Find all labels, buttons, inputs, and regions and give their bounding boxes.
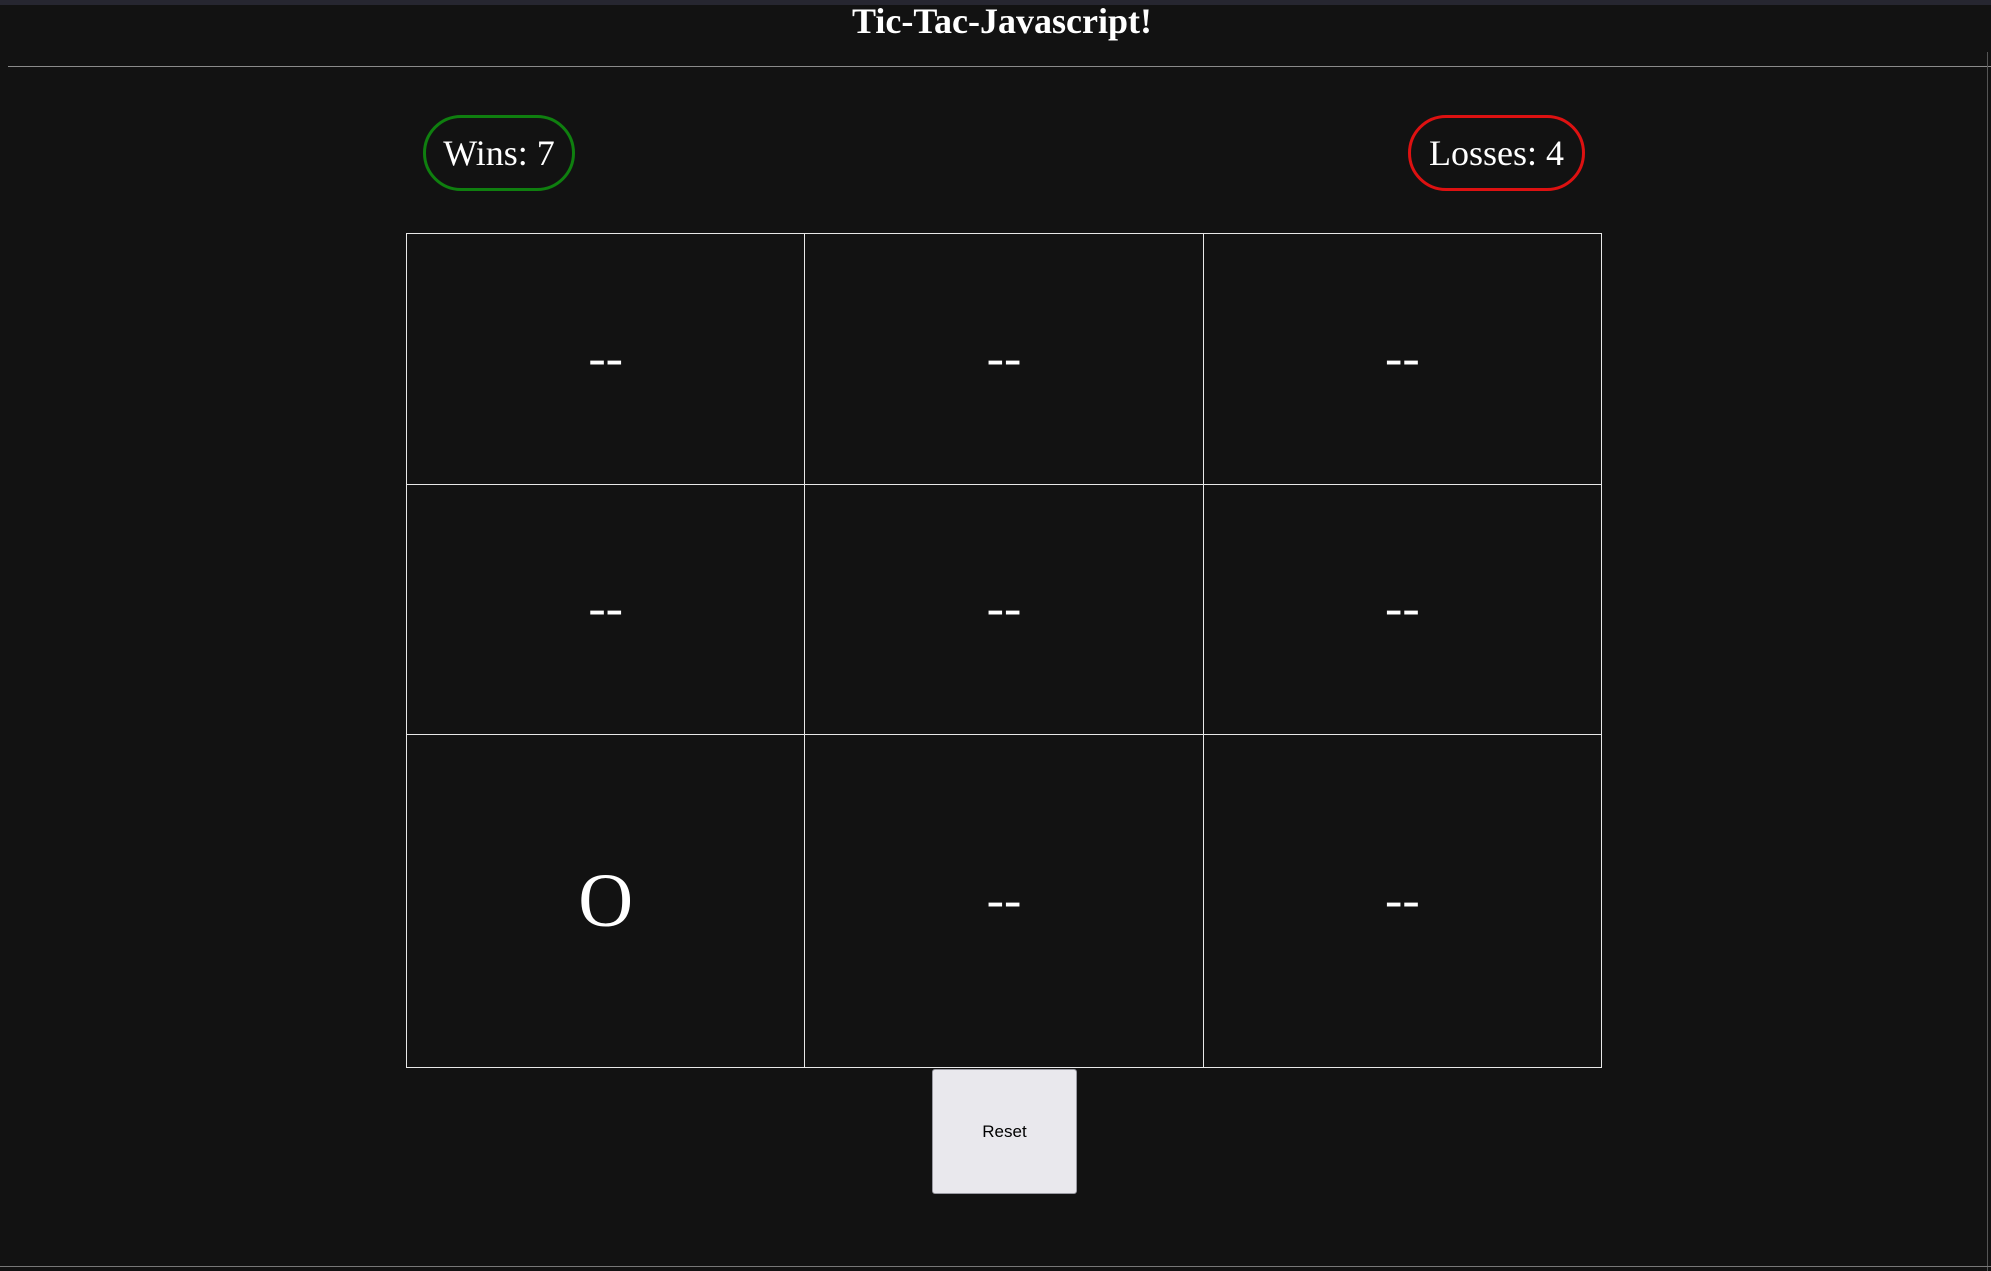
right-edge-divider [1987, 52, 1988, 1271]
cell-mark: -- [1385, 872, 1420, 930]
cell-mark: -- [986, 329, 1022, 387]
cell-mark: O [578, 859, 634, 944]
board-cell-2-2[interactable]: -- [804, 483, 1204, 736]
page-title: Tic-Tac-Javascript! [852, 1, 1152, 41]
game-page: Tic-Tac-Javascript! Wins: 7 Losses: 4 --… [0, 0, 1991, 1271]
wins-counter: Wins: 7 [423, 115, 575, 191]
board-cell-3-2[interactable]: -- [804, 734, 1204, 1068]
bottom-divider [0, 1266, 1991, 1267]
board-cell-1-1[interactable]: -- [405, 233, 806, 485]
board-row-1: -- -- -- [405, 233, 1603, 485]
board-row-3: O -- -- [405, 734, 1603, 1068]
cell-mark: -- [1385, 580, 1420, 638]
board-cell-1-3[interactable]: -- [1202, 233, 1603, 485]
game-board: -- -- -- -- -- -- O -- -- [405, 233, 1603, 1068]
cell-mark: -- [588, 329, 623, 387]
board-cell-2-3[interactable]: -- [1202, 483, 1603, 736]
losses-counter: Losses: 4 [1408, 115, 1585, 191]
cell-mark: -- [986, 580, 1022, 638]
reset-button[interactable]: Reset [932, 1069, 1077, 1194]
header-divider [8, 66, 1991, 67]
board-cell-2-1[interactable]: -- [405, 483, 806, 736]
cell-mark: -- [986, 872, 1022, 930]
cell-mark: -- [588, 580, 623, 638]
board-row-2: -- -- -- [405, 483, 1603, 736]
board-cell-3-1[interactable]: O [405, 734, 806, 1068]
board-cell-1-2[interactable]: -- [804, 233, 1204, 485]
cell-mark: -- [1385, 329, 1420, 387]
board-cell-3-3[interactable]: -- [1202, 734, 1603, 1068]
